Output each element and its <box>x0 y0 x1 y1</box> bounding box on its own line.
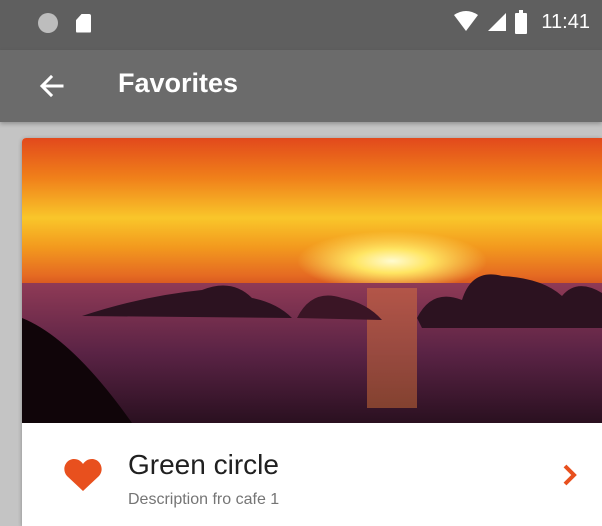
favorite-card[interactable]: Green circle Description fro cafe 1 <box>22 138 602 526</box>
signal-icon <box>488 13 507 31</box>
status-bar: 11:41 <box>0 0 602 50</box>
notification-dot-icon <box>38 13 58 33</box>
battery-icon <box>515 10 528 34</box>
card-image <box>22 138 602 423</box>
status-left-icons <box>38 13 91 33</box>
card-description: Description fro cafe 1 <box>128 491 280 508</box>
heart-icon[interactable] <box>64 458 102 492</box>
status-right-icons: 11:41 <box>453 10 590 34</box>
app-bar: Favorites <box>0 50 602 122</box>
card-title: Green circle <box>128 449 279 480</box>
arrow-left-icon[interactable] <box>36 70 68 102</box>
chevron-right-icon[interactable] <box>560 463 580 487</box>
sd-card-icon <box>76 13 91 33</box>
status-time: 11:41 <box>541 10 590 33</box>
wifi-icon <box>454 11 479 31</box>
card-footer: Green circle Description fro cafe 1 <box>22 423 602 526</box>
page-title: Favorites <box>118 68 239 98</box>
